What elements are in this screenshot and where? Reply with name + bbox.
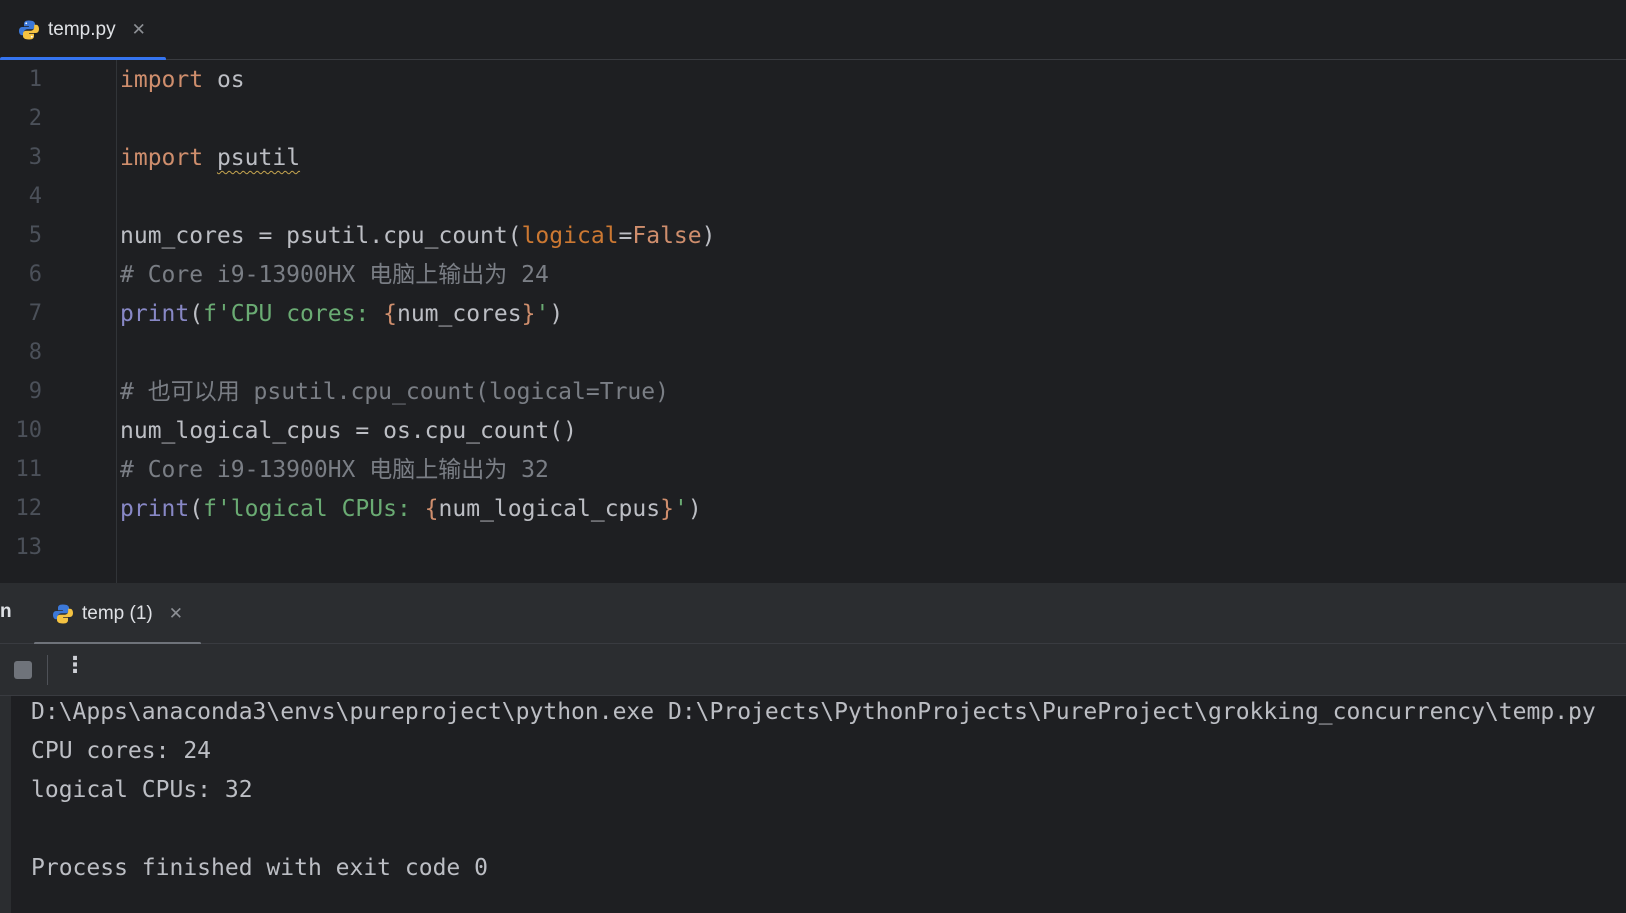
run-tab-label: temp (1) bbox=[82, 602, 153, 624]
line-number: 1 bbox=[28, 67, 42, 92]
code-line[interactable]: 8 bbox=[0, 333, 1626, 373]
code-token: } bbox=[660, 496, 674, 522]
code-line[interactable]: 9 # 也可以用 psutil.cpu_count(logical=True) bbox=[0, 372, 1626, 412]
stop-icon[interactable] bbox=[14, 661, 32, 679]
code-line[interactable]: 2 bbox=[0, 99, 1626, 139]
close-icon[interactable]: ✕ bbox=[132, 20, 146, 40]
line-number: 10 bbox=[15, 418, 43, 443]
code-token: num_logical_cpus bbox=[438, 496, 661, 522]
code-token: False bbox=[632, 223, 702, 249]
code-line[interactable]: 4 bbox=[0, 177, 1626, 217]
run-tab-bar: n temp (1) ✕ bbox=[0, 583, 1626, 645]
code-token: psutil bbox=[216, 145, 301, 171]
toolbar-separator bbox=[47, 655, 48, 685]
code-token: # Core i9-13900HX 电脑上输出为 24 bbox=[120, 262, 549, 288]
console-output[interactable]: D:\Apps\anaconda3\envs\pureproject\pytho… bbox=[0, 696, 1626, 913]
code-token: f'logical CPUs: bbox=[203, 496, 425, 522]
code-token: num_logical_cpus = os.cpu_count() bbox=[120, 418, 577, 444]
code-token: ) bbox=[687, 496, 702, 522]
code-token: import bbox=[120, 145, 204, 171]
code-token: logical bbox=[521, 223, 619, 249]
line-number: 6 bbox=[28, 262, 42, 287]
code-token: import bbox=[120, 67, 204, 93]
code-token: } bbox=[521, 301, 536, 327]
close-icon[interactable]: ✕ bbox=[169, 604, 183, 624]
line-number: 9 bbox=[28, 379, 42, 404]
code-token: # Core i9-13900HX 电脑上输出为 32 bbox=[120, 457, 549, 483]
code-token: f'CPU cores: bbox=[203, 301, 384, 327]
code-line[interactable]: 7 print(f'CPU cores: {num_cores}') bbox=[0, 294, 1626, 334]
tab-temp-py[interactable]: temp.py ✕ bbox=[0, 0, 166, 61]
code-line[interactable]: 5 num_cores = psutil.cpu_count(logical=Fa… bbox=[0, 216, 1626, 256]
console-line: logical CPUs: 32 bbox=[31, 777, 253, 803]
code-token: = bbox=[618, 223, 633, 249]
code-text: # Core i9-13900HX 电脑上输出为 24 bbox=[120, 255, 549, 295]
code-token: { bbox=[383, 301, 397, 327]
code-line[interactable]: 6 # Core i9-13900HX 电脑上输出为 24 bbox=[0, 255, 1626, 295]
code-token: num_cores = psutil.cpu_count( bbox=[120, 223, 522, 249]
code-text: num_logical_cpus = os.cpu_count() bbox=[120, 411, 577, 451]
python-icon bbox=[18, 19, 40, 41]
code-token: os bbox=[203, 67, 245, 93]
line-number: 5 bbox=[28, 223, 42, 248]
line-number: 2 bbox=[28, 106, 42, 131]
code-text: # Core i9-13900HX 电脑上输出为 32 bbox=[120, 450, 549, 490]
code-text: num_cores = psutil.cpu_count(logical=Fal… bbox=[120, 216, 715, 256]
code-line[interactable]: 1 import os bbox=[0, 60, 1626, 100]
line-number: 13 bbox=[15, 535, 43, 560]
code-editor[interactable]: 1 import os 2 3 import psutil 4 5 num_cores = p… bbox=[0, 60, 1626, 583]
console-left-strip bbox=[0, 696, 11, 913]
line-number: 8 bbox=[28, 340, 42, 365]
console-line: CPU cores: 24 bbox=[31, 738, 212, 764]
tab-run-temp[interactable]: temp (1) ✕ bbox=[34, 583, 201, 645]
more-vertical-icon[interactable]: ⋮ bbox=[64, 653, 86, 678]
code-token: print bbox=[120, 496, 190, 522]
line-number: 12 bbox=[15, 496, 43, 521]
code-line[interactable]: 3 import psutil bbox=[0, 138, 1626, 178]
code-line[interactable]: 11 # Core i9-13900HX 电脑上输出为 32 bbox=[0, 450, 1626, 490]
code-text: print(f'logical CPUs: {num_logical_cpus}… bbox=[120, 489, 702, 529]
code-text: import os bbox=[120, 60, 245, 100]
code-token: num_cores bbox=[396, 301, 522, 327]
line-number: 4 bbox=[28, 184, 42, 209]
console-line: Process finished with exit code 0 bbox=[31, 855, 488, 881]
run-panel-title: n bbox=[0, 601, 12, 622]
code-token: ) bbox=[701, 223, 716, 249]
code-text: import psutil bbox=[120, 138, 300, 178]
code-line[interactable]: 13 bbox=[0, 528, 1626, 568]
run-toolbar: ⋮ bbox=[0, 644, 1626, 696]
code-token: # 也可以用 psutil.cpu_count(logical=True) bbox=[120, 379, 669, 405]
python-icon bbox=[52, 603, 74, 625]
editor-tab-bar: temp.py ✕ bbox=[0, 0, 1626, 61]
code-token: ( bbox=[189, 496, 204, 522]
console-line: D:\Apps\anaconda3\envs\pureproject\pytho… bbox=[31, 699, 1596, 725]
code-line[interactable]: 10 num_logical_cpus = os.cpu_count() bbox=[0, 411, 1626, 451]
line-number: 7 bbox=[28, 301, 42, 326]
code-token: print bbox=[120, 301, 190, 327]
code-token: ) bbox=[549, 301, 564, 327]
code-token: { bbox=[424, 496, 439, 522]
code-text: # 也可以用 psutil.cpu_count(logical=True) bbox=[120, 372, 669, 412]
code-token: ' bbox=[673, 496, 688, 522]
line-number: 3 bbox=[28, 145, 42, 170]
code-token: ( bbox=[189, 301, 204, 327]
code-text: print(f'CPU cores: {num_cores}') bbox=[120, 294, 563, 334]
code-line[interactable]: 12 print(f'logical CPUs: {num_logical_cpu… bbox=[0, 489, 1626, 529]
tab-label: temp.py bbox=[48, 19, 116, 40]
line-number: 11 bbox=[15, 457, 43, 482]
code-token: ' bbox=[535, 301, 550, 327]
